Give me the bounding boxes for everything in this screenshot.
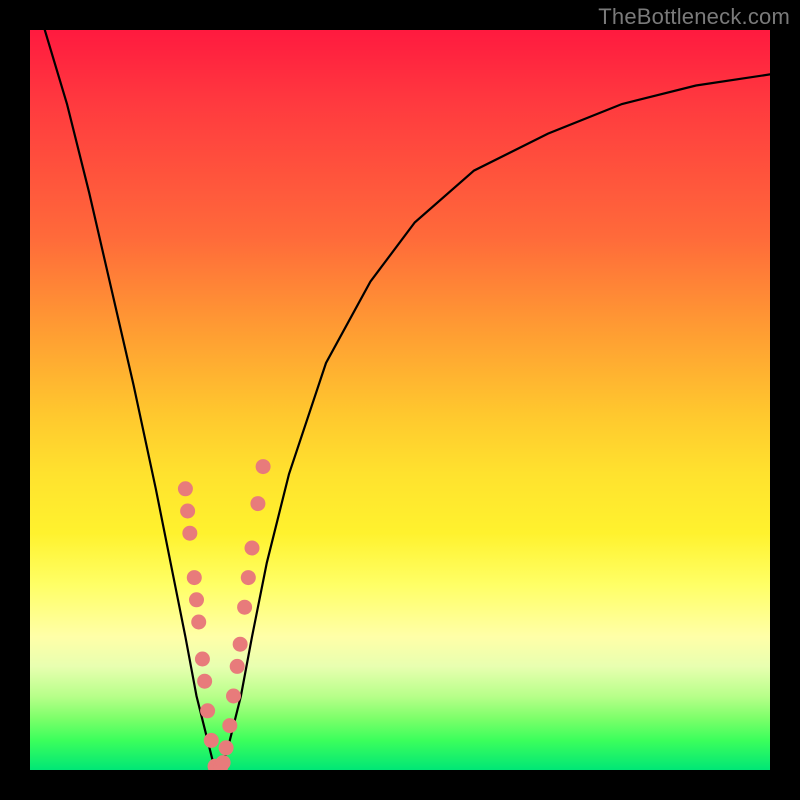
data-point xyxy=(222,718,237,733)
data-point xyxy=(237,600,252,615)
data-point xyxy=(195,652,210,667)
chart-svg xyxy=(30,30,770,770)
data-point xyxy=(245,541,260,556)
data-point xyxy=(230,659,245,674)
data-point xyxy=(219,740,234,755)
data-point xyxy=(204,733,219,748)
data-point xyxy=(250,496,265,511)
data-point xyxy=(256,459,271,474)
data-point xyxy=(180,504,195,519)
data-point xyxy=(189,592,204,607)
data-point xyxy=(197,674,212,689)
data-point xyxy=(241,570,256,585)
data-point xyxy=(226,689,241,704)
plot-area xyxy=(30,30,770,770)
data-point xyxy=(187,570,202,585)
data-point xyxy=(178,481,193,496)
data-point xyxy=(216,755,231,770)
watermark-text: TheBottleneck.com xyxy=(598,4,790,30)
data-point xyxy=(233,637,248,652)
chart-frame: TheBottleneck.com xyxy=(0,0,800,800)
data-point xyxy=(182,526,197,541)
data-point xyxy=(200,703,215,718)
bottleneck-curve xyxy=(45,30,770,770)
data-point xyxy=(191,615,206,630)
